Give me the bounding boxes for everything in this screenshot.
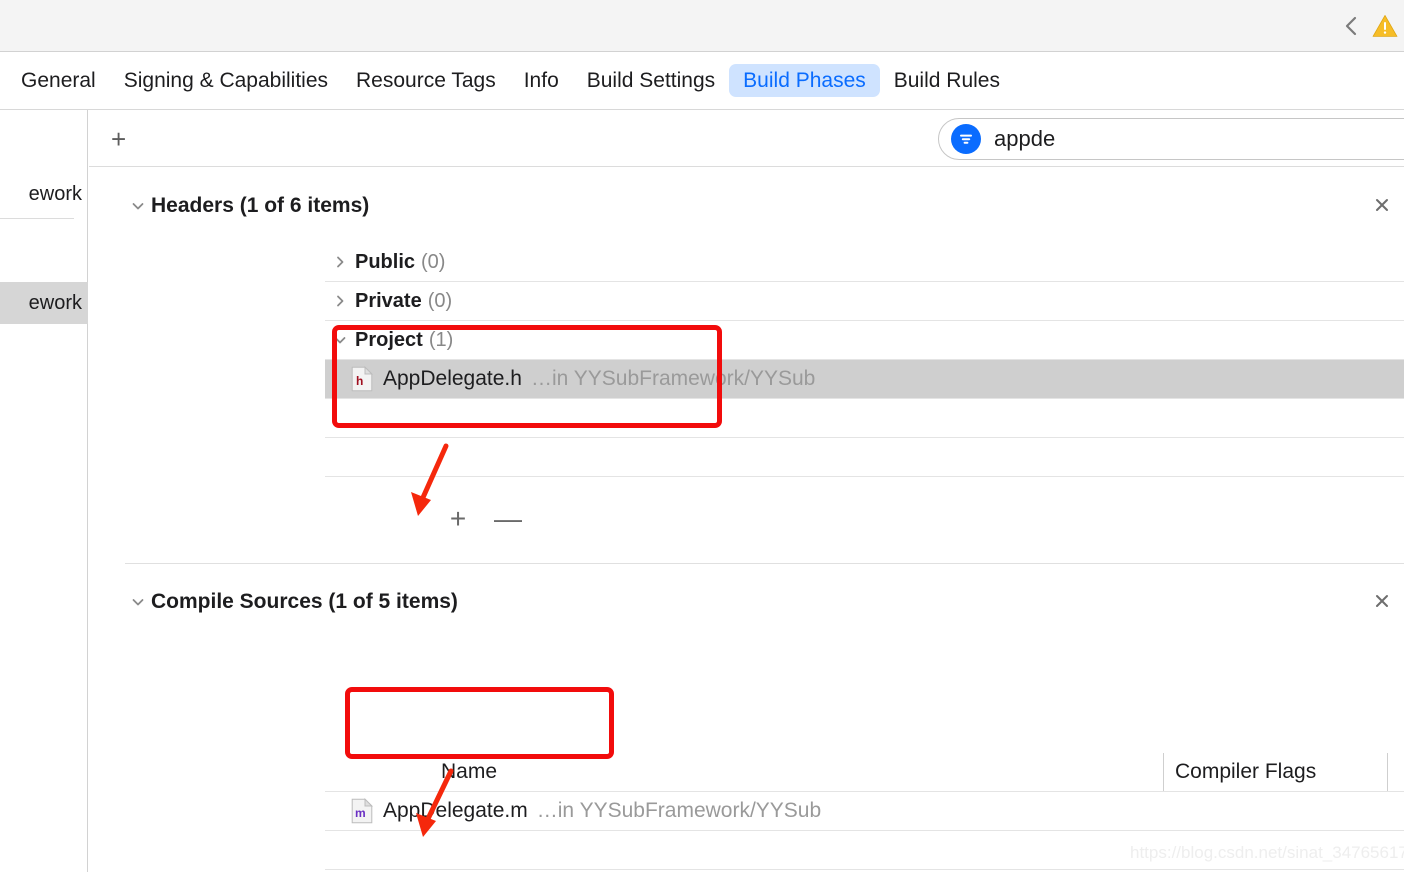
table-row[interactable]: h AppDelegate.h …in YYSubFramework/YYSub	[325, 360, 1404, 398]
compile-sources-section-title: Compile Sources (1 of 5 items)	[151, 590, 458, 613]
filter-icon[interactable]	[951, 124, 981, 154]
sidebar-item-label: ework	[28, 291, 82, 314]
row-separator	[325, 830, 1404, 831]
group-count: (1)	[428, 328, 454, 351]
sidebar-item-framework-2[interactable]: ework	[0, 282, 88, 324]
tab-build-rules[interactable]: Build Rules	[880, 64, 1014, 97]
column-header-compiler-flags[interactable]: Compiler Flags	[1175, 754, 1316, 790]
sidebar-item-framework-1[interactable]: ework	[0, 173, 88, 215]
tab-build-settings[interactable]: Build Settings	[573, 64, 729, 97]
header-file-icon: h	[351, 365, 374, 392]
file-name: AppDelegate.h	[383, 367, 522, 390]
build-phases-pane: + appde Headers (1 of 6 items) Public (0…	[89, 110, 1404, 872]
add-phase-button[interactable]: +	[111, 126, 126, 152]
file-name: AppDelegate.m	[383, 799, 528, 822]
tab-info[interactable]: Info	[510, 64, 573, 97]
source-file-icon: m	[351, 797, 374, 824]
section-compile-sources: Compile Sources (1 of 5 items) Name Comp…	[89, 563, 1404, 872]
group-label: Public	[355, 250, 416, 273]
chevron-right-icon[interactable]	[325, 254, 355, 270]
chevron-down-icon[interactable]	[125, 198, 151, 214]
group-row-private[interactable]: Private (0)	[325, 282, 1404, 320]
group-label: Private	[355, 289, 422, 312]
compile-sources-section-close-button[interactable]	[1370, 589, 1394, 613]
tab-build-phases[interactable]: Build Phases	[729, 64, 880, 97]
file-path: …in YYSubFramework/YYSub	[530, 367, 816, 390]
headers-section-close-button[interactable]	[1370, 193, 1394, 217]
targets-sidebar: ework ework	[0, 110, 88, 872]
headers-section-title: Headers (1 of 6 items)	[151, 194, 370, 217]
column-divider[interactable]	[1387, 753, 1388, 791]
tab-general[interactable]: General	[7, 64, 110, 97]
editor-tab-bar: General Signing & Capabilities Resource …	[0, 52, 1404, 110]
sidebar-item-label: ework	[28, 182, 82, 205]
title-bar-actions	[1340, 0, 1398, 52]
back-chevron-icon[interactable]	[1340, 13, 1362, 39]
phases-toolbar: + appde	[89, 110, 1404, 167]
row-separator	[325, 869, 1404, 870]
column-header-name[interactable]: Name	[441, 754, 497, 790]
compile-sources-section-header[interactable]: Compile Sources (1 of 5 items)	[125, 587, 458, 617]
group-label: Project	[355, 328, 423, 351]
chevron-down-icon[interactable]	[325, 332, 355, 348]
chevron-right-icon[interactable]	[325, 293, 355, 309]
warning-triangle-icon[interactable]	[1372, 13, 1398, 39]
headers-section-header[interactable]: Headers (1 of 6 items)	[125, 191, 369, 221]
tab-signing-capabilities[interactable]: Signing & Capabilities	[110, 64, 342, 97]
search-input-value: appde	[994, 126, 1056, 151]
svg-text:m: m	[355, 806, 366, 820]
remove-header-button[interactable]: —	[491, 505, 525, 533]
chevron-down-icon[interactable]	[125, 594, 151, 610]
row-separator	[325, 398, 1404, 399]
file-path: …in YYSubFramework/YYSub	[536, 799, 822, 822]
watermark: https://blog.csdn.net/sinat_34765617	[1130, 843, 1404, 862]
add-header-button[interactable]: +	[441, 505, 475, 533]
group-count: (0)	[427, 289, 453, 312]
tab-resource-tags[interactable]: Resource Tags	[342, 64, 510, 97]
table-row[interactable]: m AppDelegate.m …in YYSubFramework/YYSub	[325, 792, 1404, 830]
row-separator	[325, 437, 1404, 438]
title-bar	[0, 0, 1404, 52]
group-row-public[interactable]: Public (0)	[325, 243, 1404, 281]
row-separator	[325, 476, 1404, 477]
group-count: (0)	[421, 250, 446, 273]
group-row-project[interactable]: Project (1)	[325, 321, 1404, 359]
sidebar-divider	[0, 218, 74, 219]
svg-text:h: h	[356, 374, 363, 388]
search-input[interactable]: appde	[938, 118, 1404, 160]
section-headers: Headers (1 of 6 items) Public (0) Privat…	[89, 167, 1404, 607]
headers-add-remove-controls: + —	[441, 505, 525, 533]
xcode-build-phases-screen: General Signing & Capabilities Resource …	[0, 0, 1404, 872]
column-divider[interactable]	[1163, 753, 1164, 791]
